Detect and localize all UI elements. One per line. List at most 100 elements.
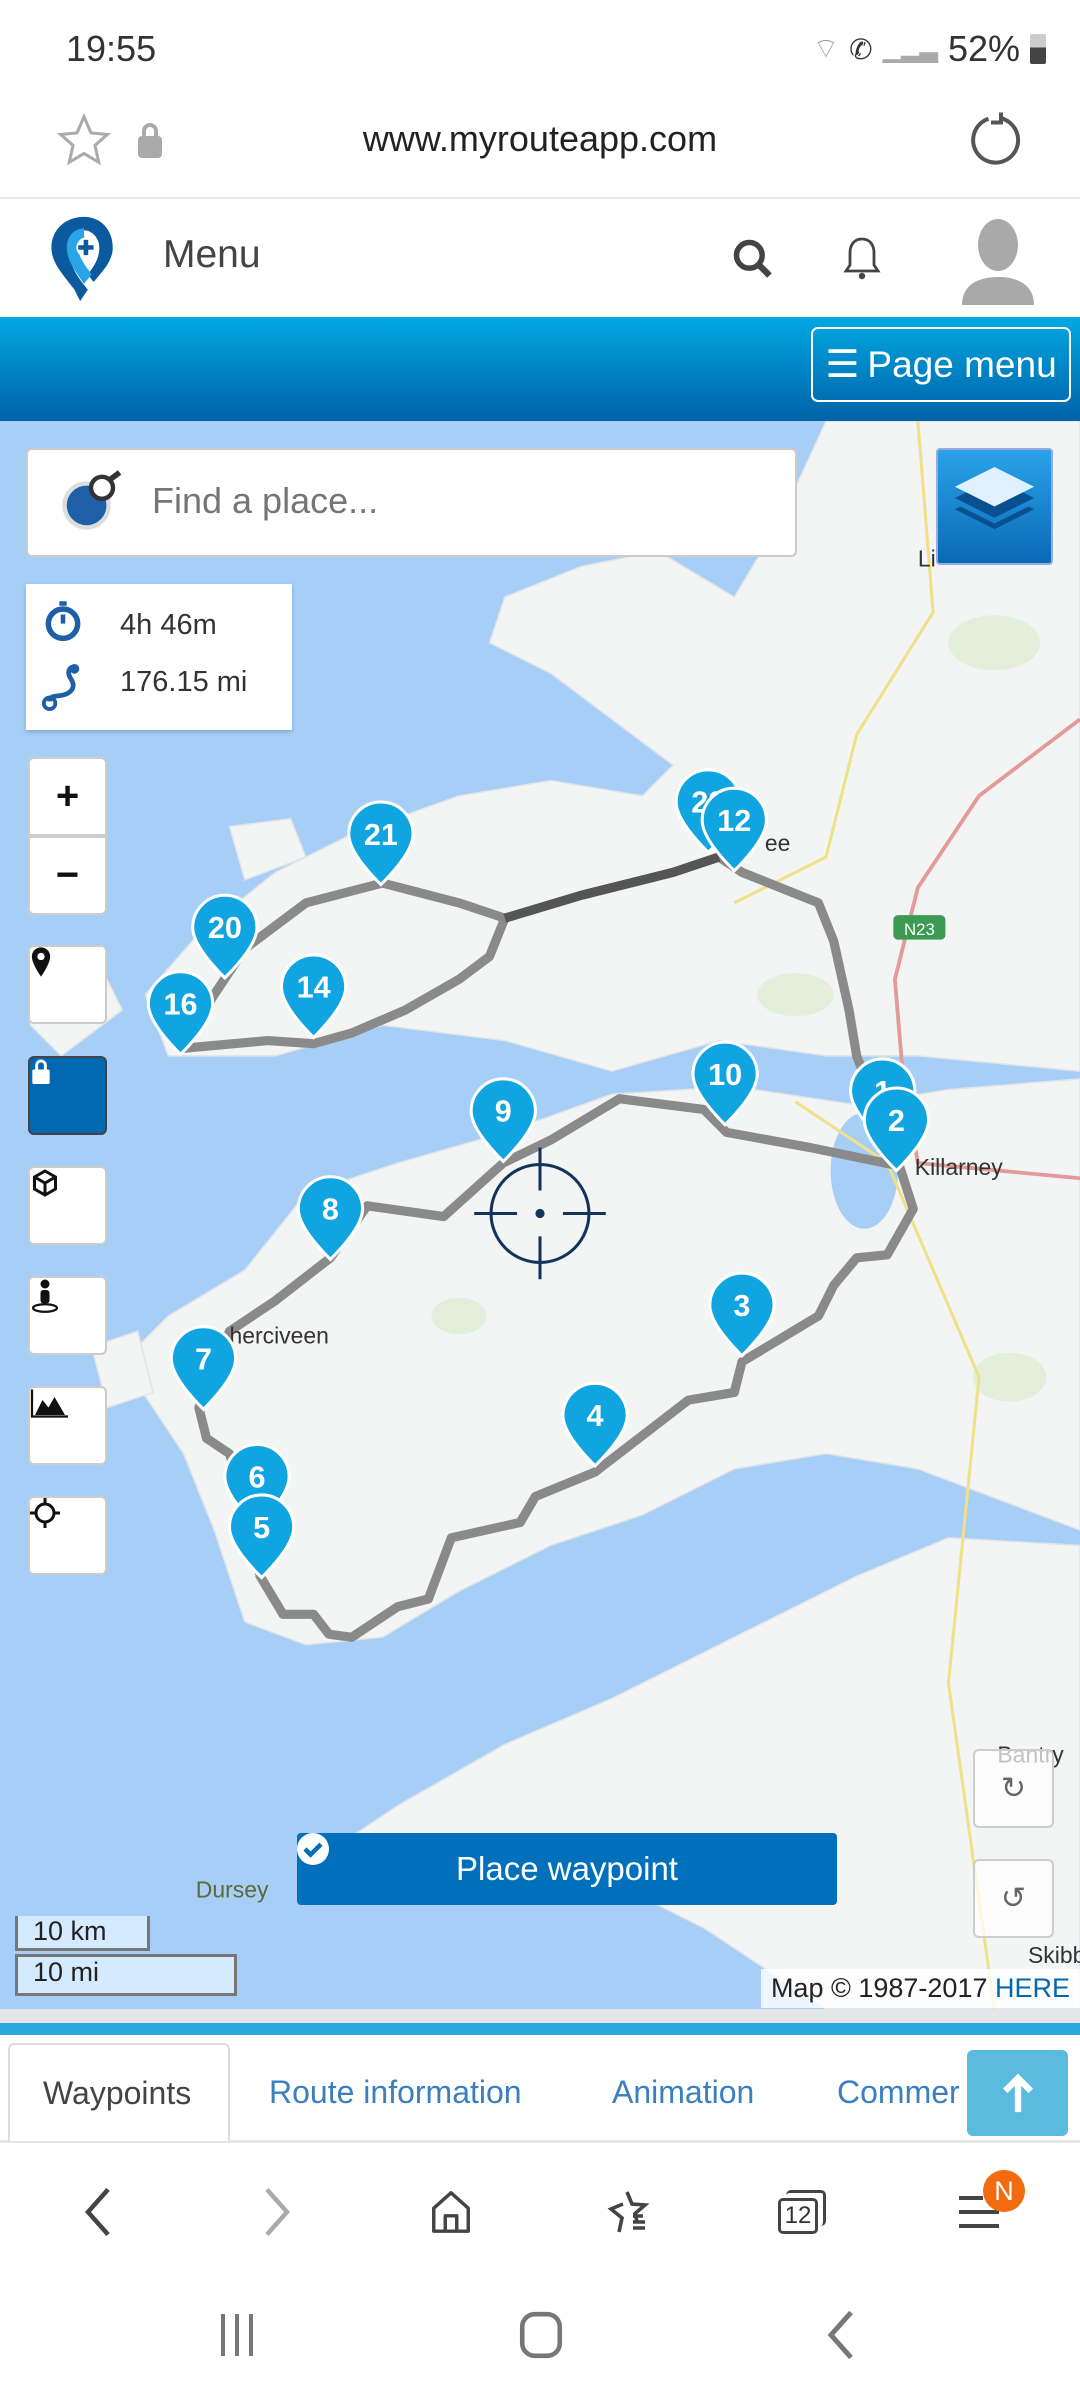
waypoint-number: 14 [297,971,331,1005]
home-system-icon[interactable] [518,2310,564,2360]
battery-icon [1030,34,1046,64]
divider [0,2009,1080,2023]
elevation-chart-icon [30,1389,68,1418]
waypoint-number: 21 [364,818,398,852]
label-tralee: ee [765,830,791,856]
layers-icon [954,466,1035,530]
chevron-left-icon [84,2188,110,2236]
browser-bottom-bar: 12 N [0,2160,1080,2260]
signal-icon: ▁▂▃ [882,35,938,63]
user-avatar[interactable] [958,213,1038,305]
site-header: Menu [0,199,1080,317]
forward-button[interactable] [247,2182,307,2242]
arrow-up-icon [1002,2073,1033,2113]
marker-button[interactable] [28,945,107,1024]
divider-accent [0,2023,1080,2035]
search-icon[interactable] [731,237,775,281]
map-layers-button[interactable] [936,448,1053,565]
waypoint-number: 12 [717,804,751,838]
scroll-to-top-button[interactable] [967,2050,1068,2136]
waypoint-number: 2 [888,1104,905,1138]
home-icon [432,2191,470,2233]
status-icons: ⌔ ✆ ▁▂▃ 52% [813,28,1046,70]
clock: 19:55 [66,28,157,69]
system-back-icon[interactable] [826,2310,856,2360]
person-icon [31,1279,59,1313]
route-map[interactable]: N23 Killarney herciveen Bantry Skibbere … [0,421,1080,2009]
route-duration: 4h 46m [120,609,217,641]
home-button[interactable] [421,2182,481,2242]
route-summary-box: 4h 46m 176.15 mi [26,584,292,730]
label-cahersiveen: herciveen [229,1323,328,1349]
system-navigation-bar [0,2290,1080,2380]
search-globe-icon [62,470,122,530]
label-dursey: Dursey [196,1876,269,1902]
browser-menu-button[interactable]: N [949,2170,1025,2242]
waypoint-number: 3 [733,1289,750,1323]
map-pin-icon [31,947,51,977]
battery-percent: 52% [947,28,1020,69]
check-circle-icon [297,1833,329,1865]
bookmarks-button[interactable] [597,2182,657,2242]
browser-url-bar: www.myrouteapp.com [0,92,1080,199]
redo-icon: ↻ [1000,1772,1027,1805]
label-skibbereen: Skibbere [1028,1942,1080,1968]
status-bar: 19:55 ⌔ ✆ ▁▂▃ 52% [0,0,1080,92]
route-distance-icon [41,664,80,711]
notification-bell-icon[interactable] [838,235,886,283]
undo-icon: ↺ [1000,1882,1027,1915]
zoom-in-button[interactable]: + [28,757,107,836]
tab-animation[interactable]: Animation [612,2043,754,2141]
chevron-right-icon [265,2188,291,2236]
zoom-out-button[interactable]: − [28,836,107,915]
back-button[interactable] [68,2182,128,2242]
waypoint-number: 6 [248,1460,265,1494]
here-link[interactable]: HERE [995,1973,1070,2003]
attribution-text: Map © 1987-2017 [770,1973,995,2003]
locate-me-button[interactable] [28,1496,107,1575]
elevation-profile-button[interactable] [28,1386,107,1465]
place-waypoint-button[interactable]: Place waypoint [297,1833,837,1905]
waypoint-number: 5 [253,1511,270,1545]
lock-icon [32,1059,50,1084]
wifi-icon: ⌔ [812,32,840,64]
tab-count: 12 [778,2198,818,2234]
page-toolbar: ☰ Page menu [0,317,1080,421]
waypoint-number: 20 [208,911,242,945]
bookmarks-star-icon [607,2191,650,2233]
waypoint-number: 9 [495,1095,512,1129]
page-menu-button[interactable]: ☰ Page menu [811,327,1071,402]
menu-button[interactable]: Menu [163,233,261,277]
reload-icon[interactable] [966,110,1026,170]
road-shield-label: N23 [904,920,935,939]
recent-apps-icon[interactable] [217,2312,257,2358]
page-menu-label: Page menu [867,343,1057,385]
place-search-box [26,448,797,557]
waypoint-number: 7 [195,1343,212,1377]
notification-badge: N [983,2170,1025,2212]
street-view-button[interactable] [28,1276,107,1355]
waypoint-number: 10 [708,1058,742,1092]
hamburger-icon: ☰ [825,344,860,386]
redo-button[interactable]: ↻ [973,1749,1054,1828]
waypoint-number: 8 [322,1193,339,1227]
myrouteapp-logo[interactable] [45,213,123,305]
undo-button[interactable]: ↺ [973,1859,1054,1938]
tab-waypoints[interactable]: Waypoints [8,2043,230,2141]
place-waypoint-label: Place waypoint [456,1850,678,1887]
crosshair-locate-icon [30,1498,60,1528]
url-text[interactable]: www.myrouteapp.com [0,118,1080,160]
tabs-button[interactable]: 12 [772,2182,832,2242]
map-attribution: Map © 1987-2017 HERE [760,1969,1080,2008]
tab-route-information[interactable]: Route information [269,2043,522,2141]
waypoint-number: 16 [164,988,198,1022]
stopwatch-icon [45,601,81,642]
scale-km: 10 km [15,1916,150,1951]
3d-view-button[interactable] [28,1166,107,1245]
label-killarney: Killarney [915,1154,1003,1180]
route-tabs: Waypoints Route information Animation Co… [0,2043,1080,2143]
find-place-input[interactable] [152,480,752,522]
lock-map-button[interactable] [28,1056,107,1135]
cube-icon [33,1169,57,1197]
tab-comments[interactable]: Commer [837,2043,967,2141]
